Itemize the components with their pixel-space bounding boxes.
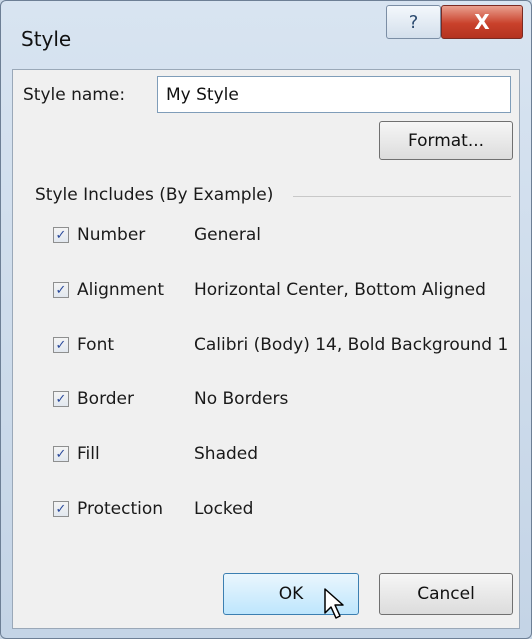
number-value: General: [194, 225, 261, 245]
row-protection: ✓ Protection Locked: [53, 497, 253, 521]
number-label[interactable]: Number: [77, 225, 187, 245]
style-name-label: Style name:: [23, 85, 126, 105]
row-border: ✓ Border No Borders: [53, 387, 288, 411]
fill-label[interactable]: Fill: [77, 444, 187, 464]
font-value: Calibri (Body) 14, Bold Background 1: [194, 335, 509, 355]
border-label[interactable]: Border: [77, 389, 187, 409]
row-alignment: ✓ Alignment Horizontal Center, Bottom Al…: [53, 278, 486, 302]
alignment-checkbox[interactable]: ✓: [53, 282, 69, 298]
font-label[interactable]: Font: [77, 335, 187, 355]
protection-value: Locked: [194, 499, 254, 519]
row-font: ✓ Font Calibri (Body) 14, Bold Backgroun…: [53, 333, 508, 357]
font-checkbox[interactable]: ✓: [53, 337, 69, 353]
protection-label[interactable]: Protection: [77, 499, 187, 519]
dialog-title: Style: [21, 27, 72, 51]
style-dialog: Style ? X Style name: Format... Style In…: [0, 0, 532, 639]
protection-checkbox[interactable]: ✓: [53, 501, 69, 517]
row-fill: ✓ Fill Shaded: [53, 442, 258, 466]
number-checkbox[interactable]: ✓: [53, 227, 69, 243]
mouse-pointer-icon: [324, 588, 344, 619]
fill-checkbox[interactable]: ✓: [53, 446, 69, 462]
alignment-label[interactable]: Alignment: [77, 280, 187, 300]
style-includes-heading: Style Includes (By Example): [35, 185, 274, 205]
help-button[interactable]: ?: [386, 5, 441, 39]
border-value: No Borders: [194, 389, 289, 409]
group-divider: [293, 196, 511, 197]
cancel-button[interactable]: Cancel: [379, 573, 513, 615]
border-checkbox[interactable]: ✓: [53, 391, 69, 407]
fill-value: Shaded: [194, 444, 259, 464]
alignment-value: Horizontal Center, Bottom Aligned: [194, 280, 486, 300]
close-button[interactable]: X: [441, 5, 523, 39]
row-number: ✓ Number General: [53, 223, 261, 247]
title-bar[interactable]: Style ? X: [1, 1, 531, 69]
format-button[interactable]: Format...: [379, 121, 513, 160]
help-icon: ?: [408, 11, 419, 33]
close-icon: X: [474, 10, 490, 34]
style-name-input[interactable]: [157, 76, 511, 113]
